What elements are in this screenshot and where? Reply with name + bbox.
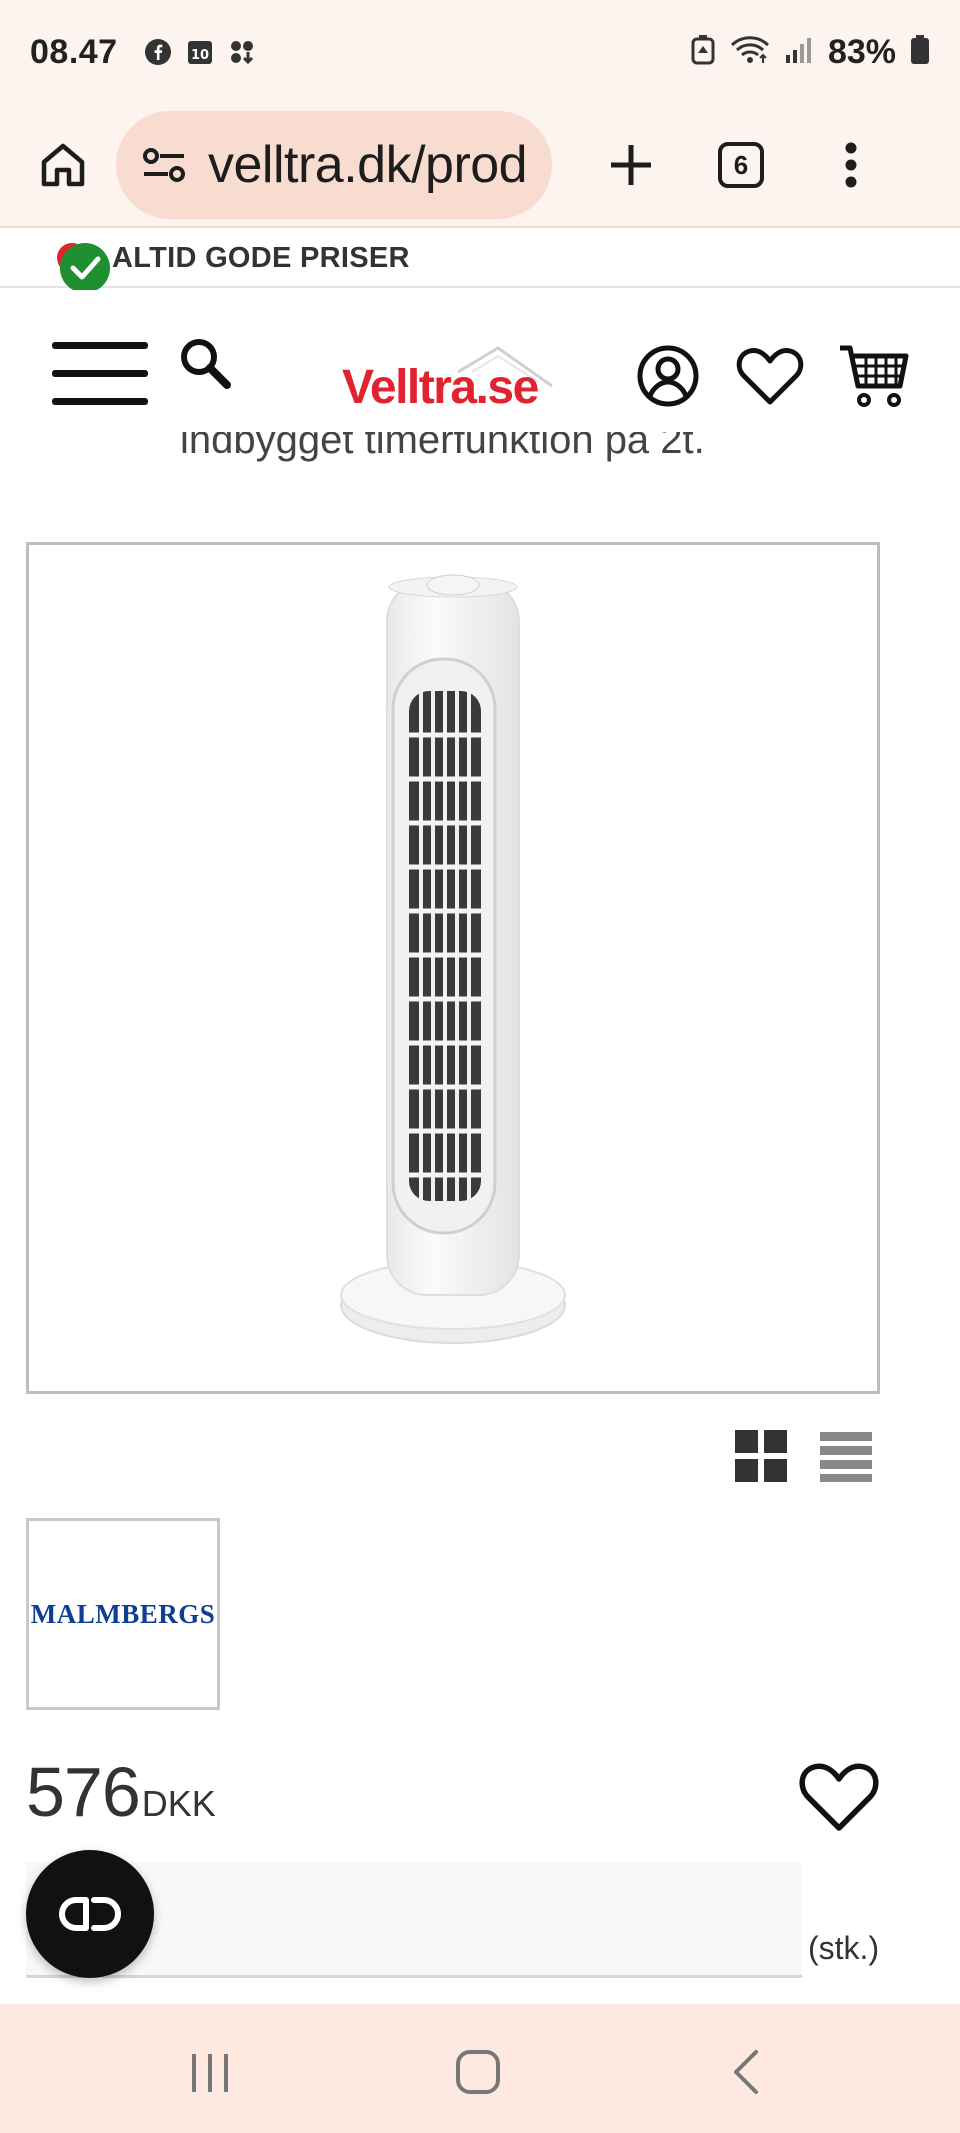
account-button[interactable] [632, 340, 704, 412]
battery-percent: 83% [827, 32, 896, 71]
url-text: velltra.dk/prod [208, 136, 528, 194]
list-view-icon [820, 1432, 872, 1482]
signal-icon [784, 35, 814, 70]
search-button[interactable] [176, 334, 236, 394]
svg-text:10: 10 [191, 48, 209, 63]
back-icon [734, 2050, 758, 2094]
list-view-button[interactable] [820, 1430, 872, 1482]
new-tab-button[interactable] [586, 120, 676, 210]
wifi-icon [730, 35, 770, 70]
status-time: 08.47 [30, 32, 118, 71]
address-bar[interactable]: velltra.dk/prod [116, 111, 552, 219]
more-vert-icon [845, 142, 857, 188]
tab-count: 6 [718, 142, 764, 188]
chat-icon [59, 1897, 121, 1931]
brand-logo-text: MALMBERGS [30, 1598, 216, 1629]
nav-home-button[interactable] [448, 2044, 508, 2100]
system-indicators: 83% [690, 33, 930, 72]
search-icon [181, 339, 231, 389]
promo-text: ALTID GODE PRISER [112, 242, 410, 274]
logo-text: Velltra.se [342, 361, 539, 414]
site-settings-icon[interactable] [136, 137, 192, 193]
notification-icons: 10 [144, 38, 256, 66]
checkmark-badge-icon [57, 243, 110, 293]
status-bar: 08.47 10 83% [0, 0, 960, 104]
cart-icon [840, 345, 909, 407]
recents-icon [192, 2054, 228, 2092]
tower-fan-image [340, 574, 566, 1344]
nav-back-button[interactable] [718, 2044, 778, 2100]
menu-icon [52, 342, 148, 405]
calendar-icon: 10 [186, 38, 214, 66]
add-to-wishlist-button[interactable] [796, 1756, 882, 1836]
wishlist-icon [736, 348, 804, 405]
facebook-icon [144, 38, 172, 66]
app-download-icon [228, 38, 256, 66]
quantity-unit: (stk.) [808, 1930, 880, 1966]
battery-icon [910, 34, 930, 70]
site-header: Velltra.se [0, 290, 960, 450]
nav-home-icon [456, 2050, 500, 2094]
wishlist-button[interactable] [734, 340, 806, 412]
price-amount: 576 [26, 1753, 141, 1831]
brand-thumbnail[interactable]: MALMBERGS [26, 1518, 220, 1710]
site-logo[interactable]: Velltra.se [338, 346, 558, 416]
product-description-partial: indbygget timerfunktion på 2t. [180, 432, 705, 462]
price-currency: DKK [141, 1783, 216, 1824]
product-image[interactable] [26, 542, 880, 1394]
browser-toolbar: velltra.dk/prod 6 [0, 104, 960, 228]
grid-view-icon [735, 1430, 787, 1482]
menu-button[interactable] [52, 342, 148, 406]
promo-strip: ALTID GODE PRISER [0, 230, 960, 293]
home-button[interactable] [18, 120, 108, 210]
recents-button[interactable] [180, 2044, 240, 2100]
account-icon [637, 345, 699, 407]
browser-menu-button[interactable] [806, 120, 896, 210]
chat-button[interactable] [26, 1850, 154, 1978]
android-nav-bar [0, 2004, 960, 2133]
heart-icon [799, 1763, 879, 1831]
plus-icon [611, 145, 651, 185]
home-icon [41, 143, 85, 187]
tab-switcher-button[interactable]: 6 [696, 120, 786, 210]
cart-button[interactable] [838, 340, 910, 412]
product-price: 576 DKK [26, 1752, 216, 1832]
grid-view-button[interactable] [735, 1430, 787, 1482]
battery-saver-icon [690, 34, 716, 70]
